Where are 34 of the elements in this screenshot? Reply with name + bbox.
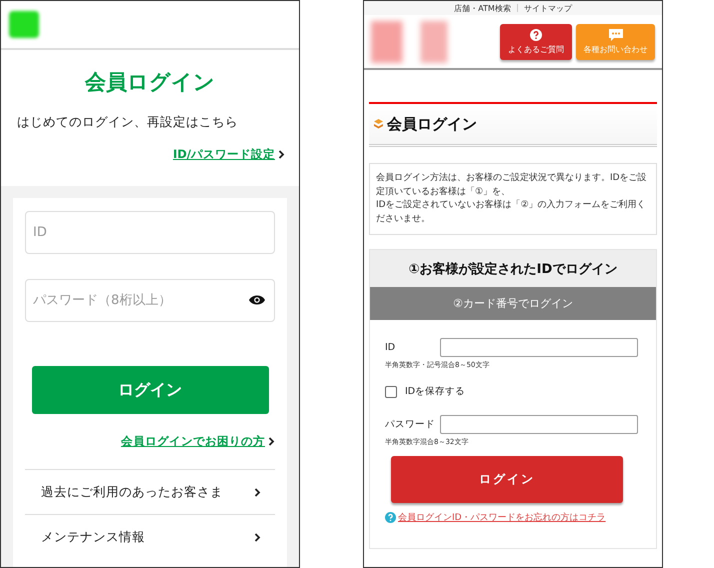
login-button[interactable]: ログイン <box>32 366 268 414</box>
password-input[interactable] <box>440 415 638 434</box>
menu-item[interactable]: メンテナンス情報 <box>25 514 275 559</box>
login-tab[interactable]: ②カード番号でログイン <box>370 287 656 320</box>
login-tab[interactable]: ①お客様が設定されたIDでログイン <box>370 250 656 287</box>
id-field[interactable]: ID <box>25 211 275 254</box>
intro-text: はじめてのログイン、再設定はこちら <box>17 114 239 131</box>
menu-item[interactable]: 過去にご利用のあったお客さま <box>25 469 275 514</box>
login-button[interactable]: ログイン <box>391 456 623 503</box>
page-title: 会員ログイン <box>387 114 477 134</box>
save-id-checkbox[interactable] <box>385 386 397 398</box>
chevron-icon <box>254 488 261 496</box>
password-field[interactable]: パスワード（8桁以上） <box>25 279 275 322</box>
eye-icon[interactable] <box>249 295 265 305</box>
page-title: 会員ログイン <box>84 69 216 96</box>
chevron-icon <box>278 150 285 159</box>
logo-placeholder <box>9 11 39 38</box>
login-help-link[interactable]: 会員ログインでお困りの方 <box>121 434 265 449</box>
forgot-credentials-link[interactable]: 会員ログインID・パスワードをお忘れの方はコチラ <box>398 511 606 524</box>
top-link[interactable]: サイトマップ <box>524 2 572 14</box>
id-label: ID <box>385 342 396 353</box>
id-input[interactable] <box>440 338 638 357</box>
chevron-icon <box>268 437 275 446</box>
password-label: パスワード <box>385 418 436 431</box>
chat-icon <box>608 28 622 40</box>
notice-text: 会員ログイン方法は、お客様のご設定状況で異なります。IDをご設定頂いているお客様は「①」を、 IDをご設定されていないお客様は「②」の入力フォームをご利用くださいませ。 <box>369 163 657 235</box>
top-link[interactable]: 店舗・ATM検索 <box>454 2 511 14</box>
diamond-icon <box>374 119 383 129</box>
id-password-setup-link[interactable]: ID/パスワード設定 <box>172 147 275 162</box>
save-id-label: IDを保存する <box>405 385 466 398</box>
help-icon <box>385 512 396 523</box>
faq-button[interactable]: よくあるご質問 <box>500 24 572 60</box>
chevron-icon <box>254 532 261 542</box>
help-icon <box>530 28 542 40</box>
